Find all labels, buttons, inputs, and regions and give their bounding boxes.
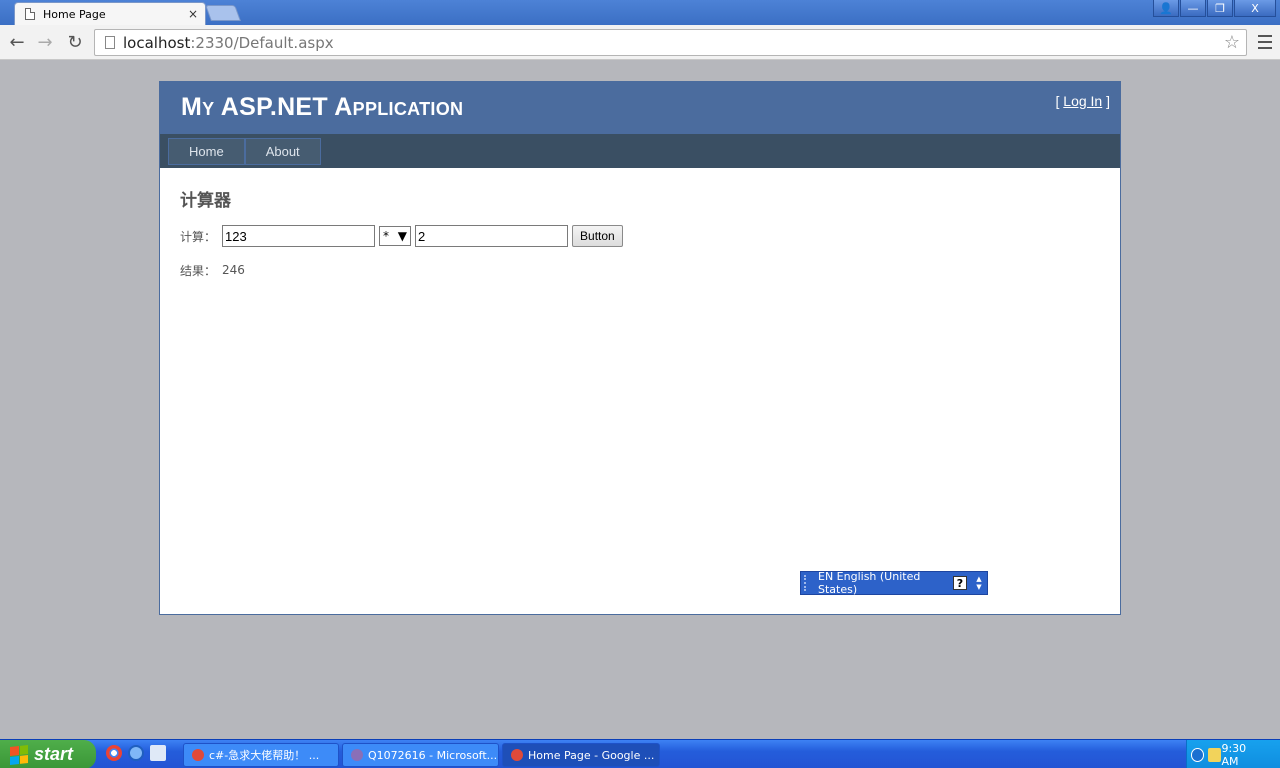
- page-icon: [25, 8, 35, 20]
- profile-icon[interactable]: 👤: [1153, 0, 1179, 17]
- forward-arrow-icon[interactable]: →: [34, 32, 56, 53]
- windows-logo-icon: [10, 744, 28, 765]
- taskbar-item-label: Home Page - Google ...: [528, 748, 655, 762]
- taskbar-item-home-page[interactable]: Home Page - Google ...: [502, 743, 660, 767]
- help-icon[interactable]: ?: [953, 576, 967, 590]
- address-url[interactable]: localhost:2330/Default.aspx: [123, 34, 1220, 52]
- start-button[interactable]: start: [0, 740, 96, 768]
- tab-title: Home Page: [43, 7, 106, 21]
- close-window-button[interactable]: X: [1234, 0, 1276, 17]
- quick-launch: [106, 745, 172, 761]
- site-title: My ASP.NET Application: [181, 93, 464, 121]
- clock: 9:30 AM: [1221, 741, 1247, 768]
- taskbar-item-label: c#-急求大佬帮助！ ...: [209, 749, 320, 762]
- windows-taskbar: start c#-急求大佬帮助！ ... Q1072616 - Microsof…: [0, 739, 1280, 768]
- network-icon[interactable]: [1208, 747, 1222, 762]
- bookmark-star-icon[interactable]: ☆: [1220, 32, 1244, 53]
- taskbar-item-csharp[interactable]: c#-急求大佬帮助！ ...: [183, 743, 339, 767]
- calc-label: 计算：: [180, 229, 217, 244]
- back-arrow-icon[interactable]: ←: [6, 32, 28, 53]
- chrome-icon: [511, 749, 523, 761]
- address-bar[interactable]: localhost:2330/Default.aspx ☆: [94, 29, 1247, 56]
- start-label: start: [34, 744, 74, 764]
- site-header: My ASP.NET Application [ Log In ]: [160, 82, 1120, 134]
- system-tray: 9:30 AM: [1186, 740, 1280, 768]
- taskbar-item-visual-studio[interactable]: Q1072616 - Microsoft...: [342, 743, 499, 767]
- operand1-input[interactable]: 123: [222, 225, 376, 247]
- page-icon: [105, 36, 115, 49]
- restore-button[interactable]: ❐: [1207, 0, 1233, 17]
- page-container: My ASP.NET Application [ Log In ] Home A…: [159, 81, 1121, 615]
- browser-toolbar: ← → ↻ localhost:2330/Default.aspx ☆: [0, 25, 1280, 60]
- calc-row: 计算： 123 * ▼ 2 Button: [180, 224, 1100, 248]
- new-tab-button[interactable]: [205, 5, 241, 21]
- menu-item-home[interactable]: Home: [168, 138, 245, 165]
- dropdown-arrow-icon: ▼: [397, 229, 408, 243]
- browser-tab-strip: Home Page × 👤 — ❐ X: [0, 0, 1280, 25]
- login-bracket-close: ]: [1102, 93, 1110, 109]
- internet-explorer-icon[interactable]: [128, 745, 144, 761]
- main-content: 计算器 计算： 123 * ▼ 2 Button 结果： 246: [160, 168, 1120, 300]
- tray-arrow-icon[interactable]: [1191, 747, 1205, 762]
- operand2-input[interactable]: 2: [415, 225, 569, 247]
- chrome-icon[interactable]: [106, 745, 122, 761]
- result-row: 结果： 246: [180, 258, 1100, 282]
- operator-value: *: [383, 229, 390, 243]
- operator-select[interactable]: * ▼: [379, 226, 412, 246]
- login-display: [ Log In ]: [1056, 93, 1111, 109]
- page-heading: 计算器: [180, 191, 231, 211]
- result-value: 246: [222, 263, 245, 277]
- url-path: :2330/Default.aspx: [190, 33, 334, 52]
- desktop-icon[interactable]: [150, 745, 166, 761]
- reload-icon[interactable]: ↻: [64, 32, 86, 53]
- langbar-options-icon[interactable]: ▲ ▼: [975, 575, 983, 591]
- result-label: 结果：: [180, 263, 217, 278]
- calculate-button[interactable]: Button: [572, 225, 623, 247]
- grip-handle-icon[interactable]: [804, 575, 810, 591]
- url-host: localhost: [123, 33, 191, 52]
- menu-item-about[interactable]: About: [244, 138, 321, 165]
- browser-tab-home-page[interactable]: Home Page ×: [14, 2, 206, 25]
- tab-close-icon[interactable]: ×: [185, 7, 201, 21]
- minimize-button[interactable]: —: [1180, 0, 1206, 17]
- chrome-menu-icon[interactable]: [1258, 35, 1272, 49]
- login-link[interactable]: Log In: [1063, 93, 1102, 109]
- window-controls: 👤 — ❐ X: [1152, 0, 1276, 17]
- taskbar-item-label: Q1072616 - Microsoft...: [368, 748, 498, 762]
- nav-menu: Home About: [160, 134, 1120, 168]
- visual-studio-icon: [351, 749, 363, 761]
- language-label: EN English (United States): [818, 570, 921, 596]
- language-bar[interactable]: EN English (United States) ? ▲ ▼: [800, 570, 988, 596]
- chrome-icon: [192, 749, 204, 761]
